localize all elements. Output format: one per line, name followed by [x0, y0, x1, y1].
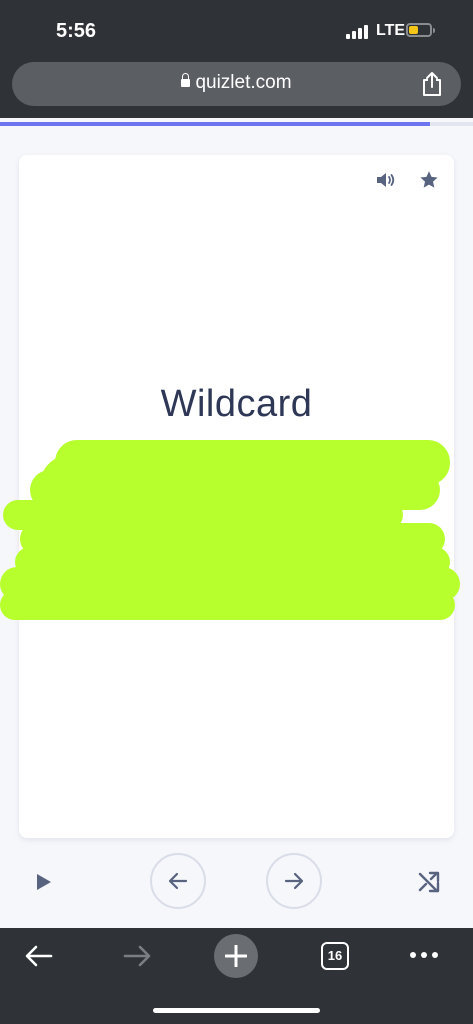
arrow-left-icon — [168, 872, 188, 890]
status-time: 5:56 — [56, 20, 97, 42]
progress-fill — [0, 122, 431, 126]
battery-fill — [409, 26, 418, 34]
more-icon[interactable] — [410, 952, 440, 960]
arrow-right-icon — [284, 872, 304, 890]
play-icon[interactable] — [35, 872, 53, 892]
study-progress-bar — [0, 122, 473, 126]
audio-icon[interactable] — [375, 171, 395, 189]
lock-icon — [181, 73, 191, 87]
previous-card-button[interactable] — [150, 853, 206, 909]
new-tab-button[interactable] — [214, 934, 258, 978]
share-icon[interactable] — [421, 71, 443, 97]
flashcard-term: Wildcard — [160, 383, 313, 425]
next-card-button[interactable] — [266, 853, 322, 909]
plus-icon — [225, 945, 247, 967]
forward-arrow-icon[interactable] — [122, 944, 152, 968]
url-display[interactable]: quizlet.com — [12, 72, 461, 94]
tabs-button[interactable]: 16 — [321, 942, 349, 970]
signal-icon — [346, 25, 372, 39]
network-type: LTE — [376, 22, 406, 39]
battery-icon — [406, 23, 435, 37]
redaction-scribble — [0, 440, 460, 620]
home-indicator — [153, 1008, 320, 1013]
tab-count: 16 — [327, 948, 343, 963]
url-text: quizlet.com — [195, 72, 292, 93]
star-icon[interactable] — [418, 169, 440, 191]
browser-bottom-toolbar: 16 — [0, 928, 473, 1024]
browser-top-bar: 5:56 LTE quizlet.com — [0, 0, 473, 118]
shuffle-icon[interactable] — [417, 870, 441, 894]
back-arrow-icon[interactable] — [24, 944, 54, 968]
address-bar[interactable]: quizlet.com — [12, 62, 461, 106]
